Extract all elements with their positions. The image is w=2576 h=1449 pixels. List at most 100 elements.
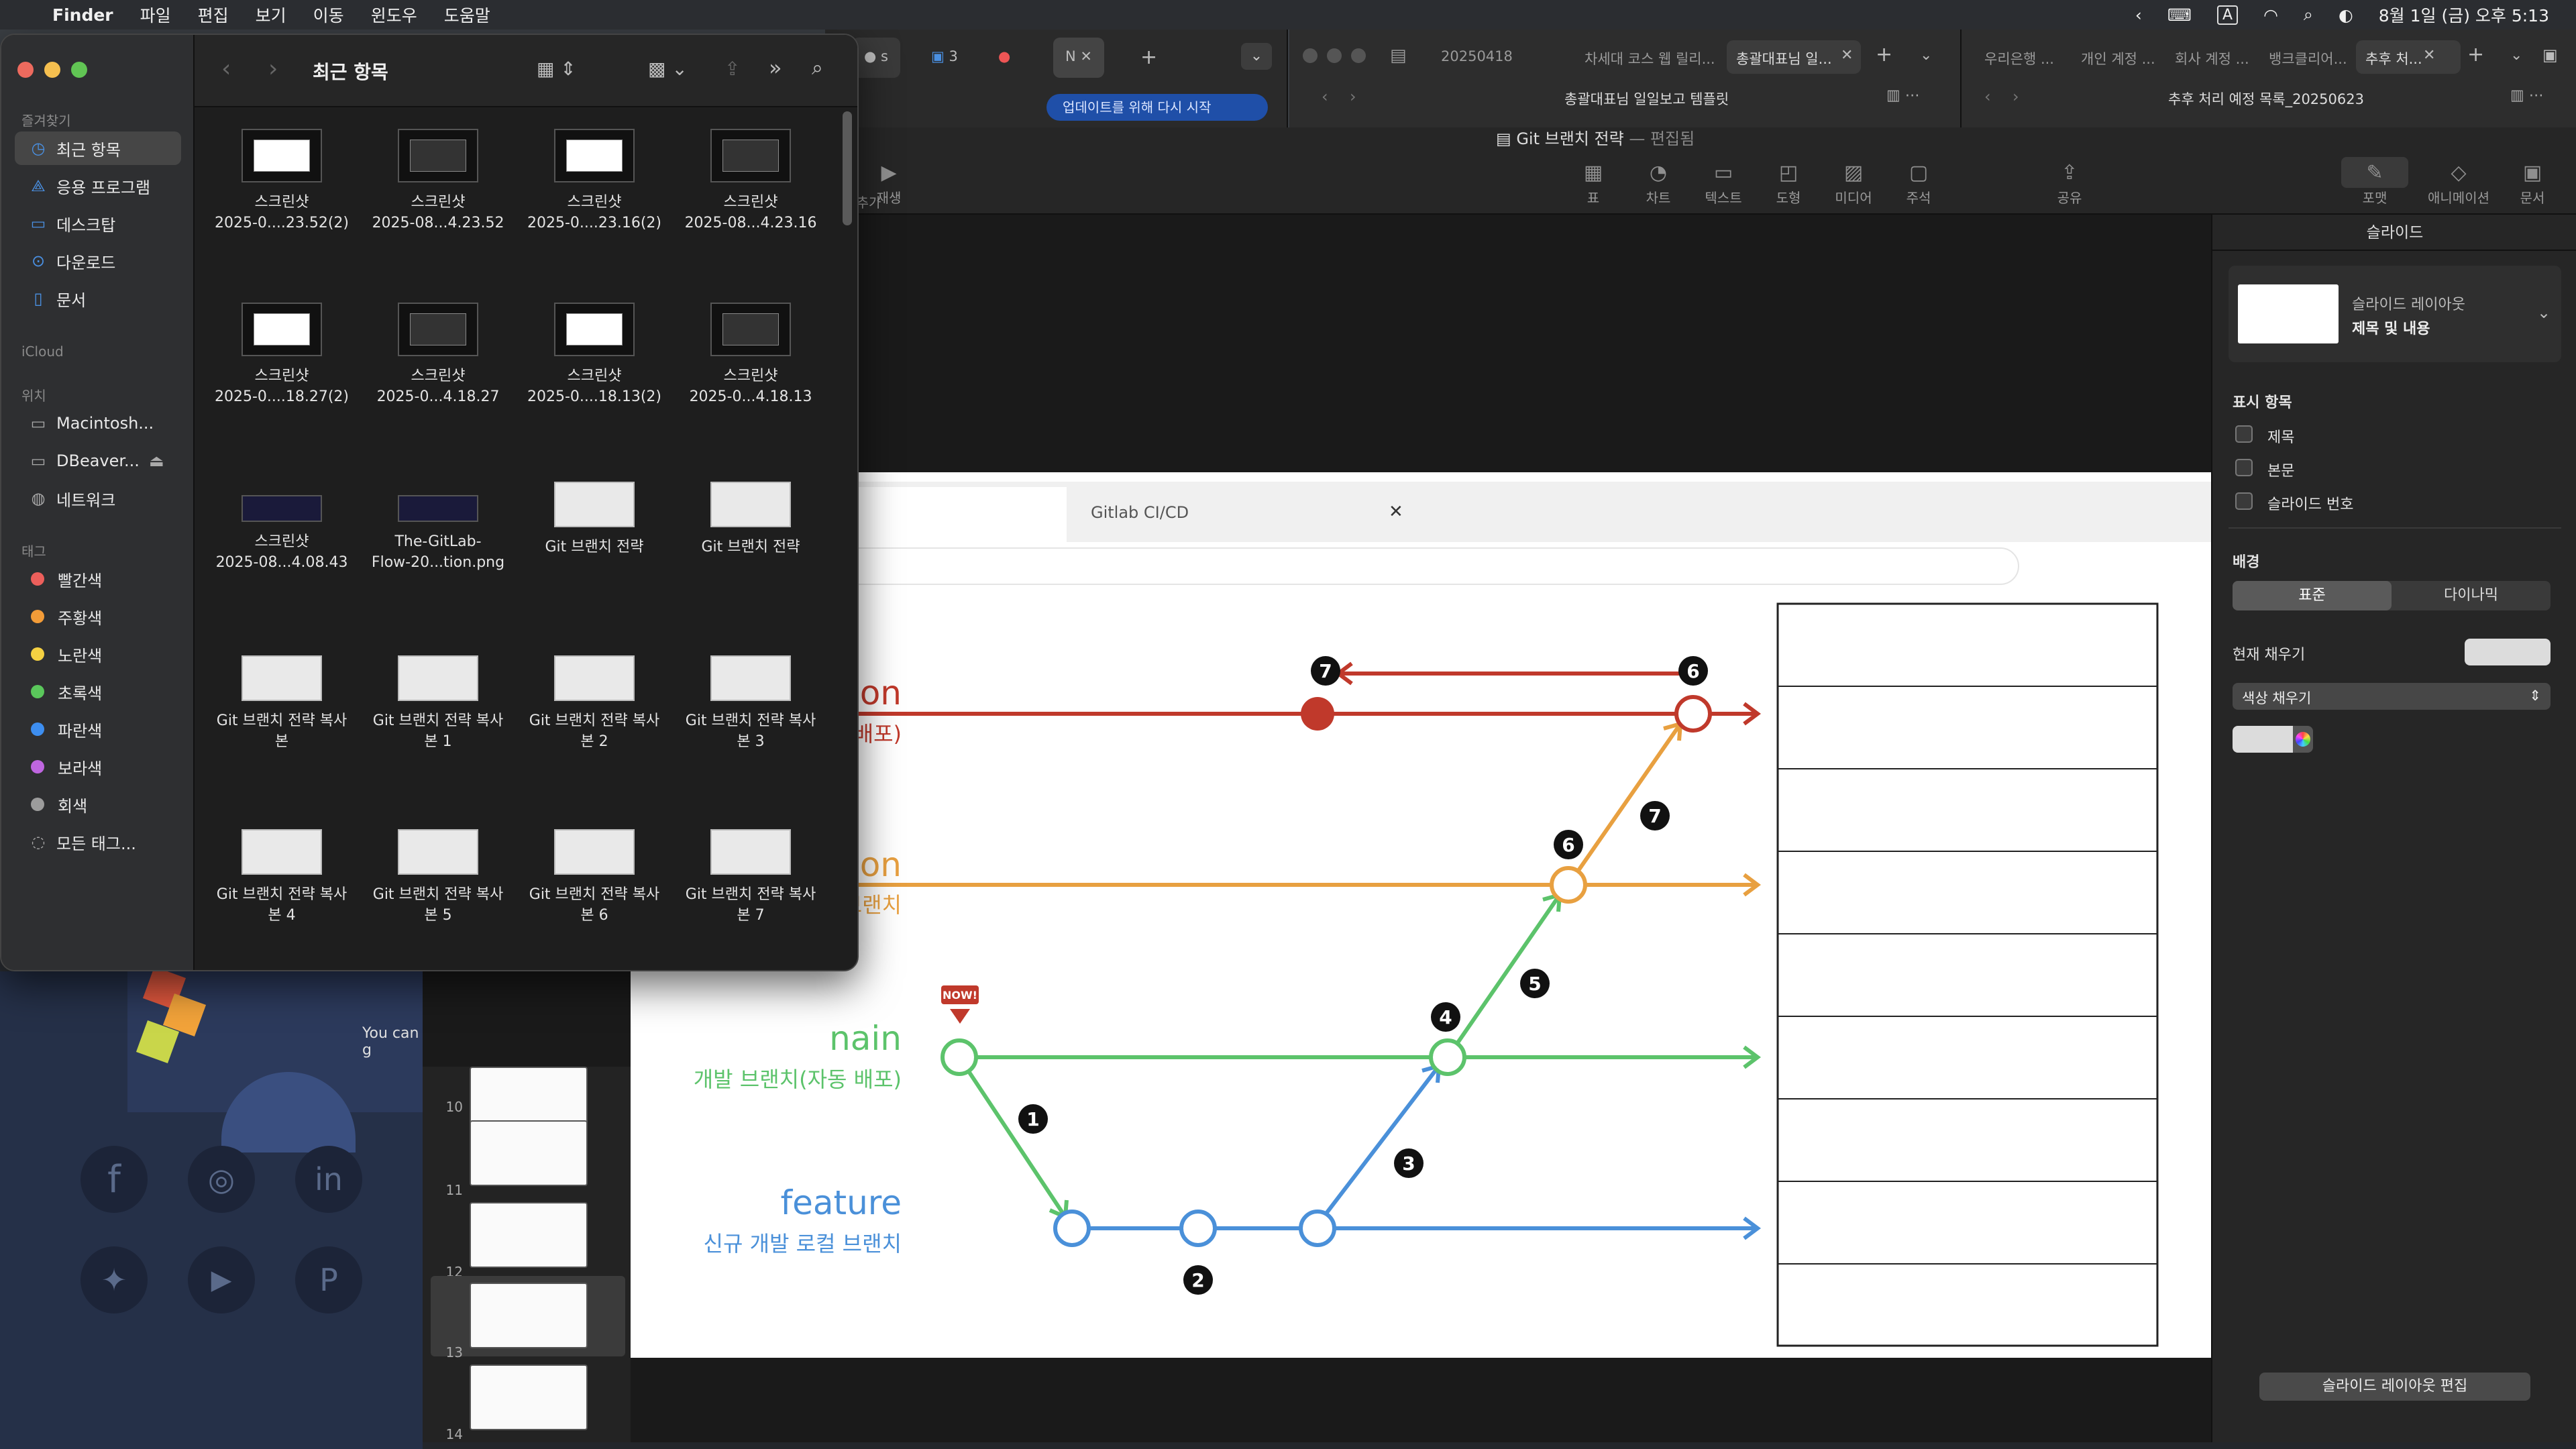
sidebar-tag-green[interactable]: 초록색 xyxy=(15,675,181,708)
title-checkbox[interactable] xyxy=(2235,425,2253,443)
file-item[interactable]: The-GitLab- Flow-20...tion.png xyxy=(361,476,515,573)
reader-icon[interactable]: ▥ ⋯ xyxy=(1886,87,1920,104)
slide[interactable]: 전략 Gitlab CI/CD ✕ xyxy=(631,472,2211,1358)
sidebar-tag-yellow[interactable]: 노란색 xyxy=(15,637,181,671)
close-button[interactable] xyxy=(17,62,34,78)
forward-icon[interactable]: › xyxy=(2012,87,2019,106)
input-source-icon[interactable]: A xyxy=(2217,5,2239,25)
minimize-button[interactable] xyxy=(44,62,60,78)
file-item[interactable]: 스크린샷 2025-08...4.23.16 xyxy=(674,129,828,233)
slide-thumbnail-selected[interactable] xyxy=(470,1283,588,1348)
back-icon[interactable]: ‹ xyxy=(221,55,231,83)
chevron-left-icon[interactable]: ‹ xyxy=(2135,5,2142,25)
instagram-icon[interactable]: ◎ xyxy=(188,1146,255,1213)
file-item[interactable]: Git 브랜치 전략 복사 본 4 xyxy=(205,824,359,926)
layout-selector[interactable]: 슬라이드 레이아웃 제목 및 내용 ⌄ xyxy=(2229,266,2561,362)
file-item[interactable]: Git 브랜치 전략 복사 본 6 xyxy=(517,824,672,926)
chevron-down-icon[interactable]: ⌄ xyxy=(1241,43,1272,70)
reader-icon[interactable]: ▥ ⋯ xyxy=(2510,87,2544,104)
slide-thumbnail[interactable] xyxy=(470,1120,588,1186)
back-icon[interactable]: ‹ xyxy=(1984,87,1991,106)
sidebar-icon[interactable]: ▣ xyxy=(2542,46,2558,64)
new-tab-icon[interactable]: + xyxy=(1140,46,1157,69)
sidebar-item-macintosh[interactable]: ▭ Macintosh... xyxy=(15,407,181,440)
menu-go[interactable]: 이동 xyxy=(313,3,344,27)
menubar-app[interactable]: Finder xyxy=(52,5,113,25)
chart-button[interactable]: ◔ 차트 xyxy=(1628,161,1688,207)
bg-standard-option[interactable]: 표준 xyxy=(2233,581,2392,610)
group-icon[interactable]: ▩ ⌄ xyxy=(648,58,688,80)
slide-thumbnail[interactable] xyxy=(470,1202,588,1268)
shape-button[interactable]: ◰ 도형 xyxy=(1758,161,1819,207)
document-button[interactable]: ▣ 문서 xyxy=(2502,161,2563,207)
more-icon[interactable]: » xyxy=(769,55,782,80)
sidebar-item-applications[interactable]: ⟁ 응용 프로그램 xyxy=(15,169,181,203)
inspector-tab[interactable]: 슬라이드 xyxy=(2212,215,2576,251)
forward-icon[interactable]: › xyxy=(268,55,278,83)
file-item[interactable]: 스크린샷 2025-08...4.23.52 xyxy=(361,129,515,233)
file-item[interactable]: Git 브랜치 전략 복사 본 5 xyxy=(361,824,515,926)
search-icon[interactable]: ⌕ xyxy=(2304,5,2313,25)
control-center-icon[interactable]: ◐ xyxy=(2339,5,2353,25)
youtube-icon[interactable]: ▶ xyxy=(188,1246,255,1313)
color-well[interactable] xyxy=(2233,726,2293,753)
file-item[interactable]: 스크린샷 2025-0....18.13(2) xyxy=(517,303,672,407)
file-item[interactable]: Git 브랜치 전략 복사 본 xyxy=(205,650,359,752)
sidebar-all-tags[interactable]: ◌ 모든 태그... xyxy=(15,825,181,859)
pinterest-icon[interactable]: P xyxy=(295,1246,362,1313)
menu-file[interactable]: 파일 xyxy=(140,3,171,27)
color-wheel-icon[interactable] xyxy=(2293,726,2313,753)
chevron-down-icon[interactable]: ⌄ xyxy=(1920,47,1932,64)
keyboard-icon[interactable]: ⌨ xyxy=(2167,5,2192,25)
menu-edit[interactable]: 편집 xyxy=(198,3,229,27)
slide-thumbnail[interactable] xyxy=(470,1364,588,1430)
file-item[interactable]: 스크린샷 2025-0....18.27(2) xyxy=(205,303,359,407)
sidebar-tag-red[interactable]: 빨간색 xyxy=(15,562,181,596)
close-icon[interactable]: ✕ xyxy=(1841,47,1853,64)
file-item[interactable]: 스크린샷 2025-08...4.08.43 xyxy=(205,476,359,573)
media-button[interactable]: ▨ 미디어 xyxy=(1823,161,1884,207)
chevron-down-icon[interactable]: ⌄ xyxy=(2510,47,2522,64)
sidebar-tag-orange[interactable]: 주황색 xyxy=(15,600,181,633)
view-icon[interactable]: ▦ ⇕ xyxy=(537,58,576,80)
file-item[interactable]: 스크린샷 2025-0...4.18.13 xyxy=(674,303,828,407)
slide-number-checkbox[interactable] xyxy=(2235,492,2253,510)
menu-view[interactable]: 보기 xyxy=(256,3,286,27)
sidebar-tag-gray[interactable]: 회색 xyxy=(15,788,181,821)
sidebar-tag-purple[interactable]: 보라색 xyxy=(15,750,181,784)
close-icon[interactable]: ✕ xyxy=(2423,47,2435,64)
tab-bankclear[interactable]: 뱅크클리어... xyxy=(2269,48,2347,68)
close-icon[interactable]: ✕ xyxy=(1080,48,1092,64)
current-fill-swatch[interactable] xyxy=(2465,639,2551,665)
edit-layout-button[interactable]: 슬라이드 레이아웃 편집 xyxy=(2259,1373,2530,1401)
tab-later[interactable]: 추후 처... xyxy=(2356,40,2461,74)
sidebar-item-downloads[interactable]: ⊙ 다운로드 xyxy=(15,244,181,278)
tab-20250418[interactable]: 20250418 xyxy=(1441,48,1513,64)
tab-company[interactable]: 회사 계정 ... xyxy=(2175,48,2249,68)
sidebar-item-dbeaver[interactable]: ▭ DBeaver... ⏏ xyxy=(15,444,181,478)
file-item[interactable]: Git 브랜치 전략 복사 본 3 xyxy=(674,650,828,752)
file-item[interactable]: Git 브랜치 전략 xyxy=(674,476,828,557)
tab-bank[interactable]: 우리은행 ... xyxy=(1984,48,2054,68)
sidebar-item-network[interactable]: ◍ 네트워크 xyxy=(15,482,181,515)
file-item[interactable]: 스크린샷 2025-0....23.16(2) xyxy=(517,129,672,233)
file-item[interactable]: Git 브랜치 전략 복사 본 7 xyxy=(674,824,828,926)
menubar-clock[interactable]: 8월 1일 (금) 오후 5:13 xyxy=(2379,3,2549,27)
forward-icon[interactable]: › xyxy=(1350,87,1356,106)
sidebar-icon[interactable]: ▤ xyxy=(1390,46,1407,66)
wifi-icon[interactable]: ◠ xyxy=(2263,5,2278,25)
animation-button[interactable]: ◇ 애니메이션 xyxy=(2422,161,2496,207)
browser-tab-active[interactable]: N ✕ xyxy=(1053,38,1105,78)
update-button[interactable]: 업데이트를 위해 다시 시작 xyxy=(1046,94,1268,121)
tab-personal[interactable]: 개인 계정 ... xyxy=(2081,48,2155,68)
linkedin-icon[interactable]: in xyxy=(295,1146,362,1213)
format-button[interactable]: ✎ 포맷 xyxy=(2345,161,2405,207)
bg-dynamic-option[interactable]: 다이나믹 xyxy=(2392,581,2551,610)
menu-help[interactable]: 도움말 xyxy=(444,3,490,27)
scrollbar[interactable] xyxy=(843,111,852,225)
table-button[interactable]: ▦ 표 xyxy=(1563,161,1623,207)
browser-tab[interactable]: ▣ 3 xyxy=(919,38,970,78)
file-item[interactable]: Git 브랜치 전략 복사 본 1 xyxy=(361,650,515,752)
browser-tab[interactable]: ● s xyxy=(852,38,900,78)
back-icon[interactable]: ‹ xyxy=(1322,87,1328,106)
